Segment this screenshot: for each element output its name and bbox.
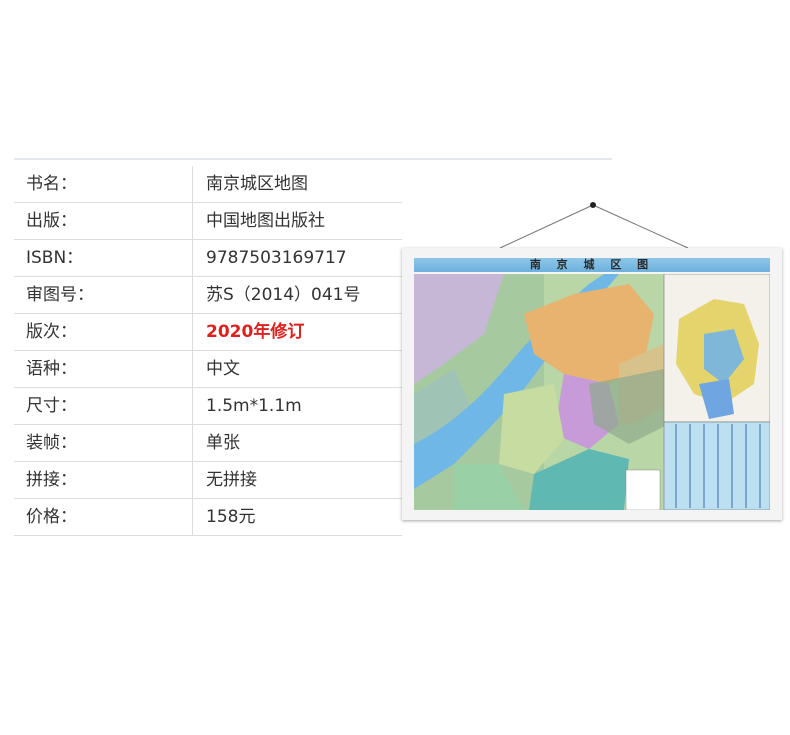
column-divider <box>192 388 193 424</box>
spec-label: 出版： <box>26 211 77 231</box>
spec-value-highlight: 2020年修订 <box>206 322 305 342</box>
map-frame: 南 京 城 区 图 <box>402 248 782 520</box>
spec-row-title: 书名： 南京城区地图 <box>14 166 402 203</box>
spec-label: 审图号： <box>26 285 94 305</box>
map-header-bar: 南 京 城 区 图 <box>414 258 770 272</box>
spec-value: 南京城区地图 <box>206 174 308 194</box>
map-title: 南 京 城 区 图 <box>529 258 655 271</box>
column-divider <box>192 166 193 202</box>
table-top-divider <box>14 158 612 160</box>
spec-row-binding: 装帧： 单张 <box>14 425 402 462</box>
column-divider <box>192 425 193 461</box>
column-divider <box>192 277 193 313</box>
map-poster: 南 京 城 区 图 <box>402 248 782 520</box>
spec-label: 拼接： <box>26 470 77 490</box>
column-divider <box>192 240 193 276</box>
spec-value: 中文 <box>206 359 240 379</box>
column-divider <box>192 351 193 387</box>
column-divider <box>192 499 193 535</box>
spec-row-isbn: ISBN： 9787503169717 <box>14 240 402 277</box>
spec-row-language: 语种： 中文 <box>14 351 402 388</box>
spec-value: 1.5m*1.1m <box>206 396 302 416</box>
spec-label: 装帧： <box>26 433 77 453</box>
spec-value: 158元 <box>206 507 256 527</box>
spec-row-size: 尺寸： 1.5m*1.1m <box>14 388 402 425</box>
spec-value: 单张 <box>206 433 240 453</box>
spec-label: 语种： <box>26 359 77 379</box>
city-map-image <box>414 274 770 510</box>
column-divider <box>192 314 193 350</box>
spec-value: 无拼接 <box>206 470 257 490</box>
spec-label: 版次： <box>26 322 77 342</box>
spec-label: 书名： <box>26 174 77 194</box>
spec-row-approval-number: 审图号： 苏S（2014）041号 <box>14 277 402 314</box>
spec-label: 价格： <box>26 507 77 527</box>
spec-row-publisher: 出版： 中国地图出版社 <box>14 203 402 240</box>
spec-row-joining: 拼接： 无拼接 <box>14 462 402 499</box>
spec-value: 中国地图出版社 <box>206 211 325 231</box>
spec-label: 尺寸： <box>26 396 77 416</box>
column-divider <box>192 462 193 498</box>
column-divider <box>192 203 193 239</box>
spec-row-edition: 版次： 2020年修订 <box>14 314 402 351</box>
spec-value: 9787503169717 <box>206 248 347 268</box>
spec-value: 苏S（2014）041号 <box>206 285 361 305</box>
spec-label: ISBN： <box>26 248 84 268</box>
spec-row-price: 价格： 158元 <box>14 499 402 536</box>
